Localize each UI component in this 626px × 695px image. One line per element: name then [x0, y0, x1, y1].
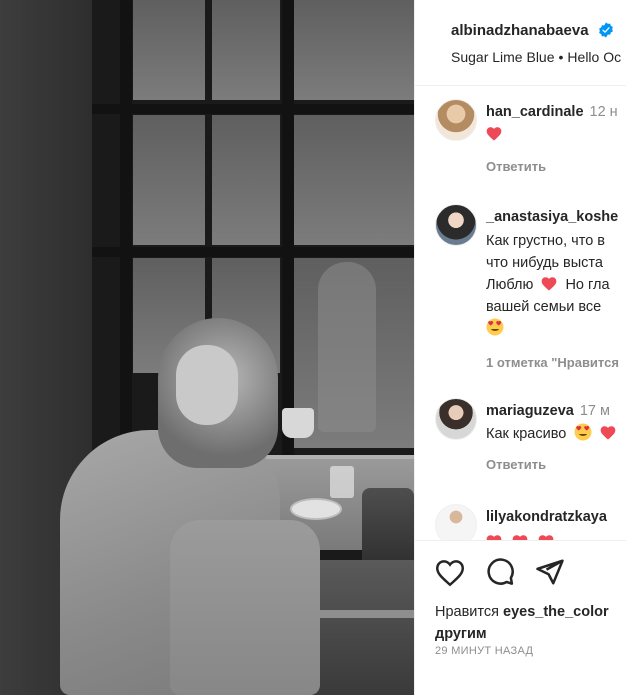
- comment-text: Как грустно, что в что нибудь выста Любл…: [486, 230, 626, 340]
- likes-prefix: Нравится: [435, 604, 499, 620]
- commenter-avatar[interactable]: [435, 99, 477, 141]
- photo-glass: [330, 466, 354, 498]
- audio-track[interactable]: Sugar Lime Blue: [451, 49, 555, 65]
- comment-time: 17 м: [579, 403, 610, 419]
- comment-line: вашей семьи все: [486, 299, 602, 315]
- audio-info[interactable]: Sugar Lime Blue • Hello Oc: [451, 49, 621, 65]
- commenter-avatar[interactable]: [435, 398, 477, 440]
- post-header: albinadzhanabaeva Sugar Lime Blue • Hello …: [415, 0, 626, 86]
- photo-reflection: [318, 262, 376, 432]
- photo-window-pane: [212, 115, 280, 245]
- share-icon[interactable]: [535, 557, 565, 587]
- comment-line-with-heart: Люблю Но гла: [486, 274, 626, 296]
- comment-username[interactable]: _anastasiya_koshe: [486, 209, 618, 225]
- verified-badge-icon: [599, 22, 613, 38]
- comment-username-row: han_cardinale 12 н: [486, 104, 618, 120]
- heart-icon[interactable]: [435, 557, 465, 587]
- photo-window-pane: [292, 115, 414, 245]
- commenter-avatar[interactable]: [435, 504, 477, 540]
- comment-username-row: lilyakondratzkaya: [486, 509, 607, 525]
- photo-mullion: [92, 247, 414, 257]
- photo-window-pane: [133, 115, 205, 245]
- heart-eyes-emoji-icon: [574, 423, 592, 441]
- likes-summary[interactable]: Нравится eyes_the_color другим: [435, 601, 609, 645]
- comment-emoji-line: [486, 318, 626, 340]
- comment-line: что нибудь выста: [486, 255, 603, 271]
- audio-separator: •: [558, 49, 564, 65]
- author-username[interactable]: albinadzhanabaeva: [451, 22, 589, 39]
- heart-eyes-emoji-icon: [486, 318, 504, 336]
- photo-cup: [282, 408, 314, 438]
- comment-text: Как красиво: [486, 423, 626, 445]
- audio-artist[interactable]: Hello Oc: [567, 49, 621, 65]
- likes-suffix[interactable]: другим: [435, 626, 487, 642]
- comment-line: Люблю: [486, 277, 534, 293]
- comments-list[interactable]: han_cardinale 12 н Ответить _anastasiya_k…: [415, 86, 626, 540]
- comment-time: 12 н: [589, 104, 618, 120]
- photo-person-legs: [170, 520, 320, 695]
- post-timestamp[interactable]: 29 МИНУТ НАЗАД: [435, 645, 533, 657]
- comment-line: Но гла: [565, 277, 610, 293]
- photo-person-face: [176, 345, 238, 425]
- likes-on-comment[interactable]: 1 отметка "Нравится: [486, 355, 619, 370]
- comment-text: [486, 124, 626, 146]
- comment-username-row: mariaguzeva 17 м: [486, 403, 610, 419]
- post-photo[interactable]: [0, 0, 414, 695]
- reply-button[interactable]: Ответить: [486, 457, 546, 472]
- comment-username[interactable]: lilyakondratzkaya: [486, 509, 607, 525]
- red-heart-icon: [601, 426, 616, 440]
- red-heart-icon: [486, 127, 502, 141]
- photo-plate: [290, 498, 342, 520]
- photo-window-pane: [292, 0, 414, 100]
- comment-line: Как красиво: [486, 426, 567, 442]
- comment-line: Как грустно, что в: [486, 233, 606, 249]
- comment-text: [486, 532, 626, 540]
- commenter-avatar[interactable]: [435, 204, 477, 246]
- comment-icon[interactable]: [485, 557, 515, 587]
- comment-username[interactable]: han_cardinale: [486, 104, 584, 120]
- comment-username-row: _anastasiya_koshe: [486, 209, 618, 225]
- post-side-panel: albinadzhanabaeva Sugar Lime Blue • Hello …: [414, 0, 626, 695]
- photo-window-pane: [133, 0, 205, 100]
- photo-mullion: [92, 104, 414, 114]
- reply-button[interactable]: Ответить: [486, 159, 546, 174]
- comment-username[interactable]: mariaguzeva: [486, 403, 574, 419]
- photo-window-pane: [212, 0, 280, 100]
- likes-username[interactable]: eyes_the_color: [503, 604, 609, 620]
- post-actions: Нравится eyes_the_color другим 29 МИНУТ …: [415, 540, 626, 695]
- red-heart-icon: [542, 277, 557, 291]
